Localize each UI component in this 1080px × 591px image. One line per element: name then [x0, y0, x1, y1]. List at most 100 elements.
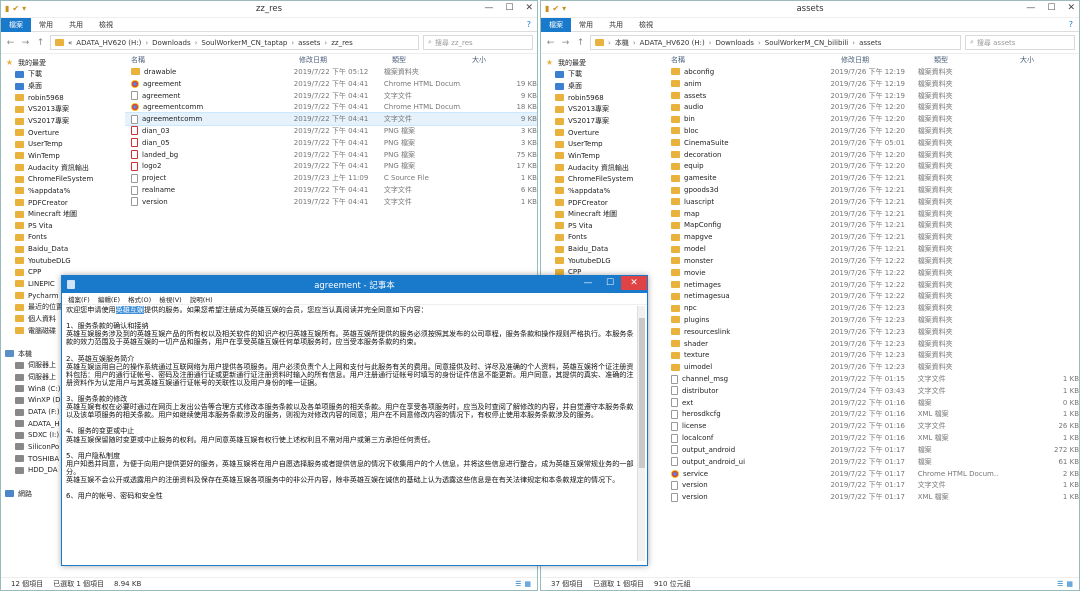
file-row[interactable]: version 2019/7/22 下午 01:17 XML 檔案 1 KB — [665, 491, 1079, 503]
close-button[interactable]: ✕ — [525, 3, 533, 13]
file-name-cell[interactable]: agreementcomm — [125, 103, 294, 112]
file-row[interactable]: dian_03 2019/7/22 下午 04:41 PNG 檔案 3 KB — [125, 125, 537, 137]
file-name-cell[interactable]: service — [665, 469, 830, 478]
file-row[interactable]: abconfig 2019/7/26 下午 12:19 檔案資料夾 — [665, 66, 1079, 78]
file-row[interactable]: plugins 2019/7/26 下午 12:23 檔案資料夾 — [665, 314, 1079, 326]
file-name-cell[interactable]: dian_05 — [125, 138, 294, 148]
nav-item[interactable]: ChromeFileSystem — [1, 173, 121, 185]
scrollbar-thumb[interactable] — [639, 318, 645, 468]
file-row[interactable]: gpoods3d 2019/7/26 下午 12:21 檔案資料夾 — [665, 184, 1079, 196]
file-name-cell[interactable]: mapgve — [665, 233, 830, 241]
file-name-cell[interactable]: agreement — [125, 79, 294, 88]
menu-help[interactable]: 說明(H) — [190, 294, 213, 304]
breadcrumb-item[interactable]: zz_res — [331, 39, 353, 47]
menu-view[interactable]: 檢視(V) — [159, 294, 182, 304]
tab-view[interactable]: 檢視 — [631, 18, 661, 32]
file-name-cell[interactable]: resourceslink — [665, 328, 830, 336]
address-bar[interactable]: « ADATA_HV620 (H:) › Downloads › SoulWorke… — [50, 35, 419, 50]
column-name[interactable]: 名稱 — [665, 55, 841, 65]
breadcrumb-item[interactable]: 本機 — [615, 38, 629, 48]
file-row[interactable]: mapgve 2019/7/26 下午 12:21 檔案資料夾 — [665, 231, 1079, 243]
details-view-icon[interactable]: ☰ — [515, 580, 521, 588]
nav-item[interactable]: WinTemp — [1, 150, 121, 162]
breadcrumb-item[interactable]: assets — [298, 39, 320, 47]
file-name-cell[interactable]: channel_msg — [665, 374, 830, 384]
file-name-cell[interactable]: CinemaSuite — [665, 139, 830, 147]
tab-home[interactable]: 常用 — [571, 18, 601, 32]
breadcrumb-item[interactable]: ADATA_HV620 (H:) — [640, 39, 705, 47]
nav-item[interactable]: UserTemp — [541, 138, 661, 150]
notepad-title-bar[interactable]: agreement - 記事本 — ☐ ✕ — [62, 276, 647, 293]
file-name-cell[interactable]: model — [665, 245, 830, 253]
file-row[interactable]: channel_msg 2019/7/22 下午 01:15 文字文件 1 KB — [665, 373, 1079, 385]
selected-text[interactable]: 英雄互娱 — [115, 306, 145, 314]
file-name-cell[interactable]: ext — [665, 398, 830, 408]
file-row[interactable]: npc 2019/7/26 下午 12:23 檔案資料夾 — [665, 302, 1079, 314]
tab-file[interactable]: 檔案 — [541, 17, 571, 32]
forward-icon[interactable]: → — [560, 38, 571, 48]
maximize-button[interactable]: ☐ — [1047, 3, 1055, 13]
file-name-cell[interactable]: texture — [665, 351, 830, 359]
column-date[interactable]: 修改日期 — [299, 55, 392, 65]
nav-item[interactable]: robin5968 — [1, 92, 121, 104]
file-row[interactable]: texture 2019/7/26 下午 12:23 檔案資料夾 — [665, 350, 1079, 362]
notepad-window[interactable]: agreement - 記事本 — ☐ ✕ 檔案(F) 編輯(E) 格式(O) 檢視… — [61, 275, 648, 566]
nav-item[interactable]: YoutubeDLG — [541, 255, 661, 267]
nav-item[interactable]: Overture — [541, 127, 661, 139]
file-name-cell[interactable]: output_android_ui — [665, 457, 830, 467]
nav-item[interactable]: VS2017專案 — [541, 115, 661, 127]
nav-item[interactable]: PS Vita — [1, 220, 121, 232]
close-button[interactable]: ✕ — [1067, 3, 1075, 13]
file-row[interactable]: agreement 2019/7/22 下午 04:41 Chrome HTML D… — [125, 78, 537, 90]
menu-file[interactable]: 檔案(F) — [68, 294, 90, 304]
file-row[interactable]: bloc 2019/7/26 下午 12:20 檔案資料夾 — [665, 125, 1079, 137]
tab-share[interactable]: 共用 — [61, 18, 91, 32]
file-name-cell[interactable]: bin — [665, 115, 830, 123]
file-name-cell[interactable]: shader — [665, 340, 830, 348]
file-row[interactable]: version 2019/7/22 下午 01:17 文字文件 1 KB — [665, 479, 1079, 491]
minimize-button[interactable]: — — [577, 276, 599, 290]
file-row[interactable]: realname 2019/7/22 下午 04:41 文字文件 6 KB — [125, 184, 537, 196]
up-icon[interactable]: ↑ — [35, 38, 46, 48]
file-row[interactable]: license 2019/7/22 下午 01:16 文字文件 26 KB — [665, 420, 1079, 432]
search-input[interactable]: ⌕ 搜尋 zz_res — [423, 35, 533, 50]
minimize-button[interactable]: — — [1026, 3, 1035, 13]
back-icon[interactable]: ← — [5, 38, 16, 48]
nav-item[interactable]: robin5968 — [541, 92, 661, 104]
file-name-cell[interactable]: version — [665, 492, 830, 502]
file-name-cell[interactable]: license — [665, 421, 830, 431]
nav-item[interactable]: VS2013專案 — [541, 104, 661, 116]
file-row[interactable]: netimages 2019/7/26 下午 12:22 檔案資料夾 — [665, 279, 1079, 291]
nav-item[interactable]: ChromeFileSystem — [541, 173, 661, 185]
menu-format[interactable]: 格式(O) — [128, 294, 151, 304]
file-name-cell[interactable]: version — [125, 197, 294, 207]
close-button[interactable]: ✕ — [621, 276, 647, 290]
forward-icon[interactable]: → — [20, 38, 31, 48]
nav-item[interactable]: Baidu_Data — [1, 243, 121, 255]
nav-item[interactable]: Minecraft 地圖 — [1, 208, 121, 220]
nav-item[interactable]: 桌面 — [541, 80, 661, 92]
tiles-view-icon[interactable]: ▦ — [1066, 580, 1073, 588]
file-row[interactable]: movie 2019/7/26 下午 12:22 檔案資料夾 — [665, 267, 1079, 279]
column-size[interactable]: 大小 — [472, 55, 492, 65]
breadcrumb-overflow[interactable]: « — [68, 39, 72, 47]
nav-item[interactable]: Fonts — [541, 232, 661, 244]
file-name-cell[interactable]: landed_bg — [125, 150, 294, 160]
notepad-text-area[interactable]: 欢迎您申请使用英雄互娱提供的服务。如果您希望注册成为英雄互娱的会员，您应当认真阅… — [66, 306, 635, 561]
nav-item[interactable]: Fonts — [1, 232, 121, 244]
file-name-cell[interactable]: agreementcomm — [125, 114, 294, 124]
file-name-cell[interactable]: movie — [665, 269, 830, 277]
file-row[interactable]: output_android 2019/7/22 下午 01:17 檔案 272 KB — [665, 444, 1079, 456]
nav-item[interactable]: 桌面 — [1, 80, 121, 92]
file-row[interactable]: resourceslink 2019/7/26 下午 12:23 檔案資料夾 — [665, 326, 1079, 338]
breadcrumb-item[interactable]: assets — [859, 39, 881, 47]
file-row[interactable]: decoration 2019/7/26 下午 12:20 檔案資料夾 — [665, 149, 1079, 161]
file-row[interactable]: localconf 2019/7/22 下午 01:16 XML 檔案 1 KB — [665, 432, 1079, 444]
file-name-cell[interactable]: version — [665, 480, 830, 490]
tab-file[interactable]: 檔案 — [1, 17, 31, 32]
file-row[interactable]: distributor 2019/7/24 下午 03:43 文字文件 1 KB — [665, 385, 1079, 397]
file-name-cell[interactable]: dian_03 — [125, 126, 294, 136]
tab-home[interactable]: 常用 — [31, 18, 61, 32]
nav-item[interactable]: WinTemp — [541, 150, 661, 162]
breadcrumb-item[interactable]: Downloads — [152, 39, 190, 47]
